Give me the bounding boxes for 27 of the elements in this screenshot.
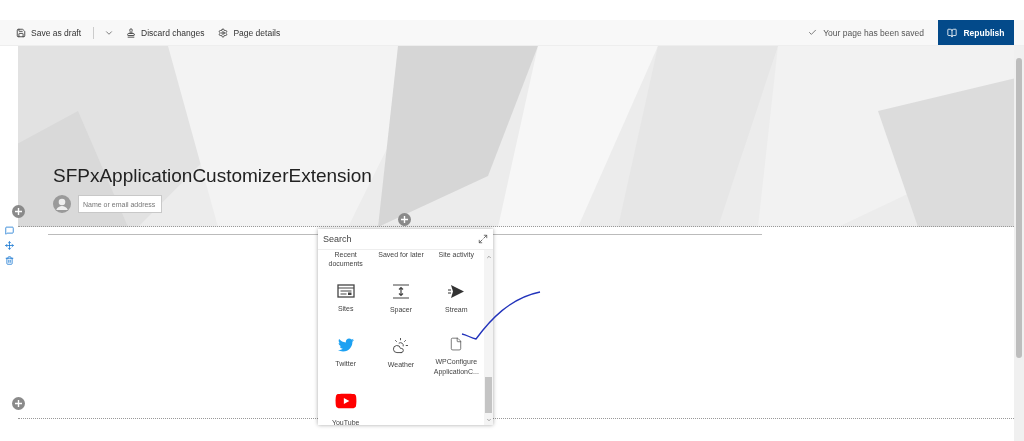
page-title: SFPxApplicationCustomizerExtension [53,165,373,187]
picker-scrollbar[interactable] [484,250,493,425]
weather-icon [392,337,410,354]
expand-icon[interactable] [478,234,488,244]
toolbar-button[interactable]: Save as draft [14,27,84,38]
republish-button[interactable]: Republish [938,20,1014,45]
avatar-icon [53,195,71,213]
save-icon [16,27,26,38]
scrollbar[interactable] [1014,46,1024,441]
scroll-thumb[interactable] [485,377,492,413]
play-icon [447,284,466,299]
book-icon [947,27,958,38]
delete-icon[interactable] [4,256,14,265]
check-icon [808,28,818,37]
spacer-icon [392,284,410,299]
settings-icon [218,27,229,38]
scroll-down-icon[interactable] [485,417,492,423]
comment-icon[interactable] [4,226,14,235]
site-icon [336,284,355,298]
scroll-up-icon[interactable] [485,254,492,260]
status-text: Your page has been saved [823,27,924,38]
toolbar-button[interactable]: Page details [216,27,283,38]
toolbar-button[interactable]: Discard changes [124,27,207,38]
stamp-icon [126,27,137,38]
bird-icon [337,337,354,353]
move-icon[interactable] [4,241,14,250]
add-section-icon[interactable] [12,397,25,410]
